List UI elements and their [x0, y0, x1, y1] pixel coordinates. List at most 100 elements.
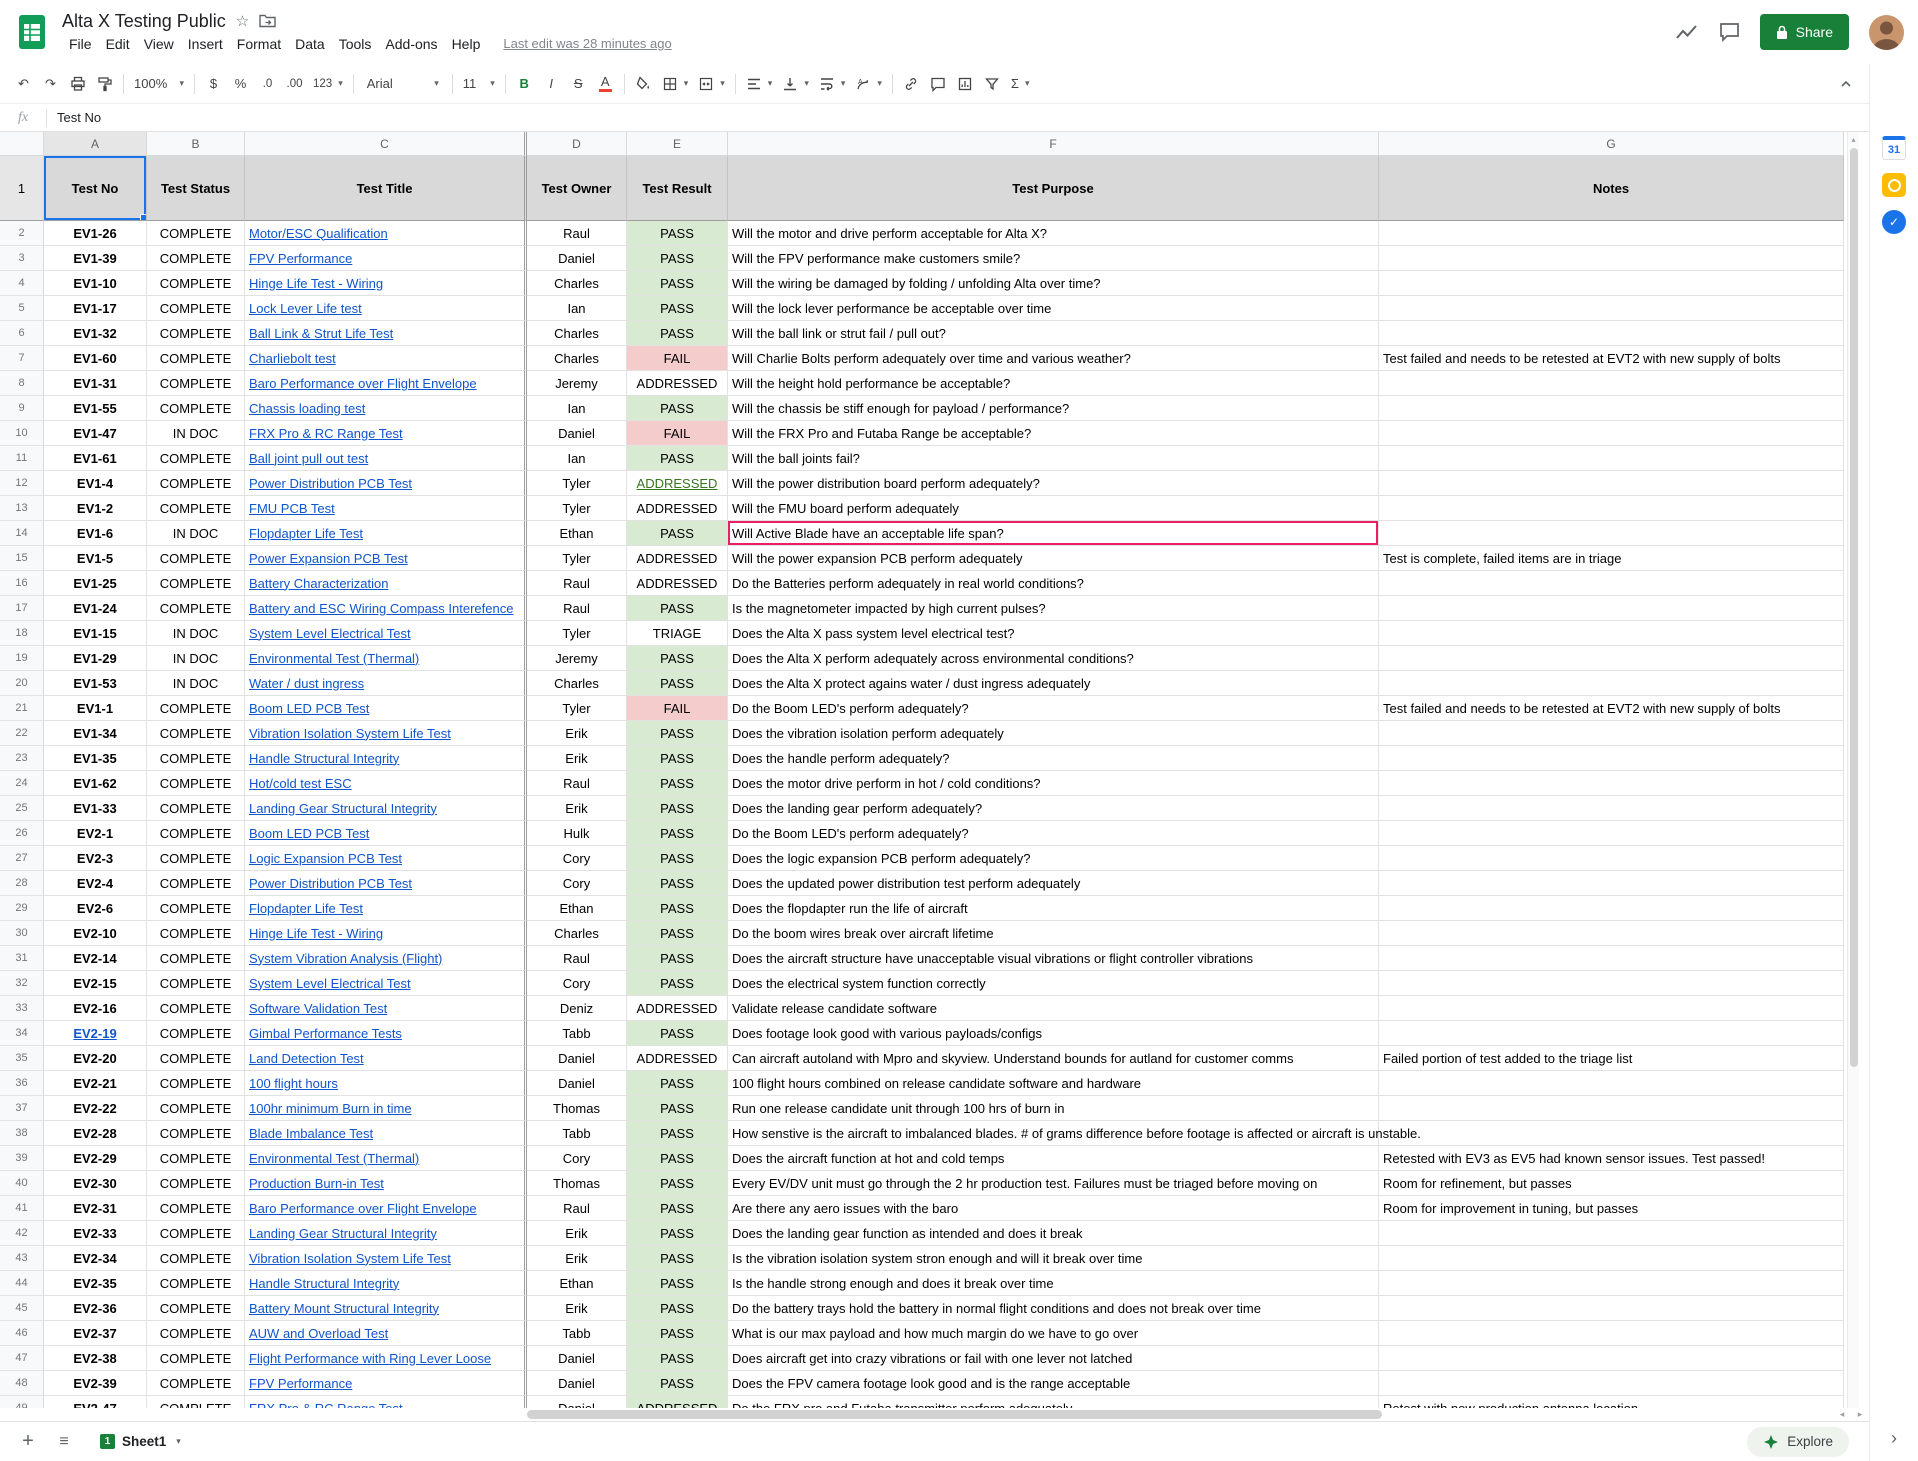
cell-test-status[interactable]: COMPLETE — [147, 821, 245, 846]
cell-test-purpose[interactable]: Do the Batteries perform adequately in r… — [728, 571, 1379, 596]
cell-test-owner[interactable]: Thomas — [527, 1096, 627, 1121]
font-select[interactable]: Arial — [359, 70, 447, 97]
row-number[interactable]: 33 — [0, 996, 44, 1021]
cell-notes[interactable]: Failed portion of test added to the tria… — [1379, 1046, 1844, 1071]
cell-notes[interactable] — [1379, 671, 1844, 696]
column-header-e[interactable]: E — [627, 132, 728, 156]
row-number[interactable]: 1 — [0, 156, 44, 221]
cell-test-title[interactable]: FPV Performance — [245, 246, 527, 271]
cell-test-no[interactable]: EV2-35 — [44, 1271, 147, 1296]
cell-test-purpose[interactable]: Does the motor drive perform in hot / co… — [728, 771, 1379, 796]
cell-test-purpose[interactable]: Does the updated power distribution test… — [728, 871, 1379, 896]
cell-test-status[interactable]: COMPLETE — [147, 971, 245, 996]
more-formats-button[interactable]: 123 — [308, 70, 348, 97]
cell-test-no[interactable]: EV2-39 — [44, 1371, 147, 1396]
cell-test-owner[interactable]: Cory — [527, 1146, 627, 1171]
cell-test-result[interactable]: FAIL — [627, 696, 728, 721]
cell-test-purpose[interactable]: How senstive is the aircraft to imbalanc… — [728, 1121, 1379, 1146]
cell-test-title[interactable]: Battery Mount Structural Integrity — [245, 1296, 527, 1321]
cell-test-purpose[interactable]: Are there any aero issues with the baro — [728, 1196, 1379, 1221]
merge-cells-button[interactable] — [693, 70, 730, 97]
cell-test-owner[interactable]: Daniel — [527, 421, 627, 446]
cell-test-status[interactable]: COMPLETE — [147, 696, 245, 721]
cell-test-no[interactable]: EV1-17 — [44, 296, 147, 321]
cell-notes[interactable] — [1379, 1071, 1844, 1096]
cell-test-purpose[interactable]: Does the FPV camera footage look good an… — [728, 1371, 1379, 1396]
cell-test-no[interactable]: EV1-31 — [44, 371, 147, 396]
cell-test-owner[interactable]: Hulk — [527, 821, 627, 846]
cell-notes[interactable]: Room for improvement in tuning, but pass… — [1379, 1196, 1844, 1221]
menu-edit[interactable]: Edit — [99, 34, 137, 54]
column-header-d[interactable]: D — [527, 132, 627, 156]
cell-test-purpose[interactable]: Will the ball joints fail? — [728, 446, 1379, 471]
column-header-c[interactable]: C — [245, 132, 527, 156]
cell-test-no[interactable]: EV2-47 — [44, 1396, 147, 1408]
column-header-b[interactable]: B — [147, 132, 245, 156]
cell-test-result[interactable]: FAIL — [627, 346, 728, 371]
cell-test-title[interactable]: Hot/cold test ESC — [245, 771, 527, 796]
cell-test-title[interactable]: Hinge Life Test - Wiring — [245, 921, 527, 946]
cell-notes[interactable] — [1379, 871, 1844, 896]
cell-test-no[interactable]: EV2-3 — [44, 846, 147, 871]
cell-test-status[interactable]: COMPLETE — [147, 846, 245, 871]
row-number[interactable]: 9 — [0, 396, 44, 421]
cell-notes[interactable] — [1379, 846, 1844, 871]
cell-test-owner[interactable]: Charles — [527, 321, 627, 346]
menu-file[interactable]: File — [62, 34, 99, 54]
row-number[interactable]: 12 — [0, 471, 44, 496]
row-number[interactable]: 24 — [0, 771, 44, 796]
menu-help[interactable]: Help — [445, 34, 488, 54]
cell-notes[interactable] — [1379, 1221, 1844, 1246]
functions-button[interactable]: Σ — [1006, 70, 1035, 97]
cell-test-status[interactable]: COMPLETE — [147, 1321, 245, 1346]
cell-test-status[interactable]: COMPLETE — [147, 1346, 245, 1371]
cell-test-purpose[interactable]: Is the handle strong enough and does it … — [728, 1271, 1379, 1296]
text-wrap-button[interactable] — [814, 70, 851, 97]
cell-test-purpose[interactable]: Every EV/DV unit must go through the 2 h… — [728, 1171, 1379, 1196]
cell-test-purpose[interactable]: Will Charlie Bolts perform adequately ov… — [728, 346, 1379, 371]
cell-test-no[interactable]: EV1-24 — [44, 596, 147, 621]
cell-notes[interactable] — [1379, 1371, 1844, 1396]
cell-test-title[interactable]: Flopdapter Life Test — [245, 896, 527, 921]
cell-test-purpose[interactable]: Will the power distribution board perfor… — [728, 471, 1379, 496]
row-number[interactable]: 29 — [0, 896, 44, 921]
cell-notes[interactable] — [1379, 946, 1844, 971]
cell-test-owner[interactable]: Daniel — [527, 246, 627, 271]
cell-test-owner[interactable]: Raul — [527, 1196, 627, 1221]
cell-test-purpose[interactable]: Will the chassis be stiff enough for pay… — [728, 396, 1379, 421]
cell-test-purpose[interactable]: Will the ball link or strut fail / pull … — [728, 321, 1379, 346]
cell-test-no[interactable]: EV1-10 — [44, 271, 147, 296]
row-number[interactable]: 28 — [0, 871, 44, 896]
cell-test-result[interactable]: PASS — [627, 846, 728, 871]
cell-test-result[interactable]: PASS — [627, 271, 728, 296]
cell-test-no[interactable]: EV1-53 — [44, 671, 147, 696]
bold-button[interactable]: B — [511, 70, 538, 97]
cell-test-title[interactable]: Environmental Test (Thermal) — [245, 646, 527, 671]
cell-test-title[interactable]: Water / dust ingress — [245, 671, 527, 696]
cell-notes[interactable] — [1379, 271, 1844, 296]
row-number[interactable]: 13 — [0, 496, 44, 521]
cell-test-purpose[interactable]: Will the FMU board perform adequately — [728, 496, 1379, 521]
row-number[interactable]: 17 — [0, 596, 44, 621]
cell-test-title[interactable]: Blade Imbalance Test — [245, 1121, 527, 1146]
cell-test-result[interactable]: FAIL — [627, 421, 728, 446]
cell-test-no[interactable]: EV1-25 — [44, 571, 147, 596]
cell-notes[interactable] — [1379, 1296, 1844, 1321]
cell-test-no[interactable]: EV2-19 — [44, 1021, 147, 1046]
row-number[interactable]: 36 — [0, 1071, 44, 1096]
scroll-right-button[interactable]: ▸ — [1851, 1408, 1869, 1421]
share-button[interactable]: Share — [1760, 14, 1849, 50]
cell-test-result[interactable]: PASS — [627, 946, 728, 971]
cell-test-status[interactable]: COMPLETE — [147, 1371, 245, 1396]
cell-test-purpose[interactable]: Do the boom wires break over aircraft li… — [728, 921, 1379, 946]
cell-test-result[interactable]: PASS — [627, 1096, 728, 1121]
cell-test-no[interactable]: EV2-14 — [44, 946, 147, 971]
cell-test-result[interactable]: PASS — [627, 896, 728, 921]
cell-test-result[interactable]: PASS — [627, 221, 728, 246]
cell-test-result[interactable]: PASS — [627, 921, 728, 946]
cell-test-purpose[interactable]: Run one release candidate unit through 1… — [728, 1096, 1379, 1121]
avatar[interactable] — [1869, 15, 1904, 50]
cell-test-result[interactable]: PASS — [627, 1371, 728, 1396]
cell-test-title[interactable]: FPV Performance — [245, 1371, 527, 1396]
cell-test-no[interactable]: EV1-2 — [44, 496, 147, 521]
